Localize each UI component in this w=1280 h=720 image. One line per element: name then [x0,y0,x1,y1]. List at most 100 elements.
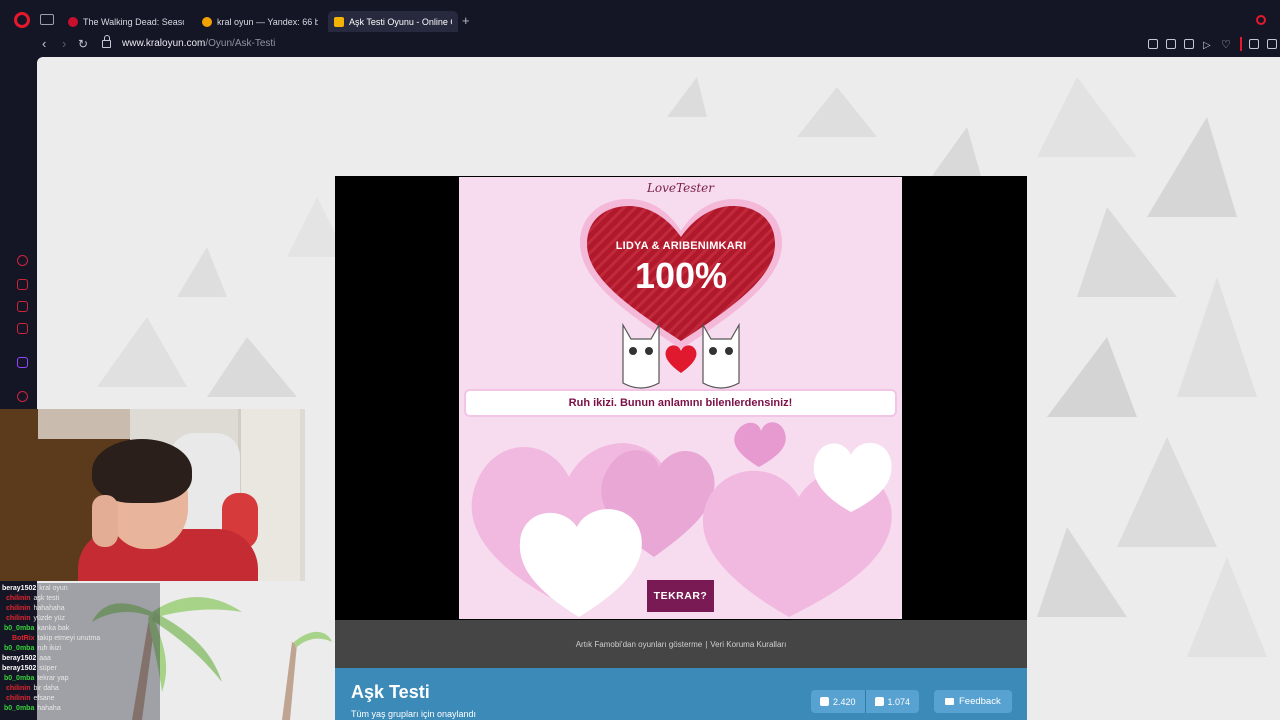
age-rating-text: Tüm yaş grupları için onaylandı [351,709,477,719]
game-frame[interactable]: LoveTester LIDYA & ARIBENIMKARI 100% Ruh… [335,176,1027,620]
search-tabs-icon[interactable] [1256,15,1266,25]
chat-text: ruh ikizi [37,645,62,652]
speed-dial-icon[interactable] [17,279,28,290]
play-icon[interactable]: ▷ [1203,39,1211,53]
mail-icon [945,698,954,705]
chat-user: b0_0mba [4,625,35,632]
pinboard-icon[interactable] [17,301,28,312]
chat-message: beray1502 süper [2,665,57,673]
tab-title: kral oyun — Yandex: 66 b [217,16,318,27]
chat-message: chilinin hahahaha [6,605,65,613]
bg-triangle [1037,527,1127,617]
crown-favicon-icon [334,16,344,27]
bg-triangle [1047,337,1137,417]
chat-message: chilinin bir daha [6,685,59,693]
thumbs-down-icon [874,697,884,706]
chat-text: kanka bak [37,625,70,632]
bg-triangle [97,317,187,387]
forward-button[interactable]: › [62,37,66,51]
chat-user: chilinin [6,695,31,702]
back-button[interactable]: ‹ [42,37,46,51]
accent-divider [1240,37,1242,51]
chat-user: beray1502 [2,585,37,592]
chat-user: BotRix [12,635,35,642]
stream-chat: beray1502 kral oyun chilinin aşk testi chi… [0,583,160,720]
cats-holding-heart-icon [622,323,740,389]
game-footer: Artık Famobi'dan oyunları gösterme | Ver… [335,620,1027,668]
couple-names: LIDYA & ARIBENIMKARI [615,240,747,252]
bg-triangle [1177,277,1257,397]
download-icon[interactable] [1267,39,1277,49]
vote-buttons: 2.420 1.074 [811,690,920,713]
tab-walking-dead[interactable]: The Walking Dead: Season [62,11,190,32]
screen: The Walking Dead: Season kral oyun — Yan… [0,0,1280,720]
game-title: Aşk Testi [351,682,430,702]
chat-text: aaa [39,655,51,662]
wallet-icon[interactable] [1249,39,1259,49]
chat-text: yüzde yüz [33,615,66,622]
heart-icon[interactable]: ♡ [1221,38,1231,52]
webcam-overlay [0,409,305,581]
chat-message: beray1502 aaa [2,655,51,663]
reload-button[interactable]: ↻ [78,37,88,51]
chat-text: efsane [33,695,55,702]
cam-shelf [38,409,130,439]
chat-text: bir daha [33,685,59,692]
lock-icon[interactable] [102,35,111,48]
chat-text: takip etmeyi unutma [37,635,101,642]
bookmark-icon[interactable] [1148,39,1158,49]
cam-person-hand [92,495,118,547]
chat-user: b0_0mba [4,645,35,652]
bg-triangle [797,87,877,137]
chat-message: BotRix takip etmeyi unutma [12,635,100,643]
love-tester-logo: LoveTester [646,181,715,195]
tab-title: The Walking Dead: Season [83,16,184,27]
chat-message: chilinin yüzde yüz [6,615,65,623]
url-path: /Oyun/Ask-Testi [205,38,276,49]
footer-separator: | [705,639,708,649]
tab-ask-testi[interactable]: Aşk Testi Oyunu - Online O [328,11,458,32]
chat-user: chilinin [6,595,31,602]
opera-logo-icon[interactable] [14,12,30,28]
feedback-label: Feedback [959,696,1001,707]
chat-text: süper [39,665,57,672]
shield-icon[interactable] [1184,39,1194,49]
privacy-policy-link[interactable]: Veri Koruma Kuralları [710,640,786,649]
tab-yandex[interactable]: kral oyun — Yandex: 66 b [196,11,324,32]
tab-favicon-icon [68,16,78,27]
bg-triangle [1147,117,1237,217]
chat-message: beray1502 kral oyun [2,585,68,593]
twitch-icon[interactable] [17,357,28,368]
new-tab-button[interactable]: + [462,13,470,28]
chat-user: chilinin [6,685,31,692]
snapshot-icon[interactable] [1166,39,1176,49]
love-percent: 100% [634,255,728,296]
chat-user: beray1502 [2,655,37,662]
love-tester-game[interactable]: LoveTester LIDYA & ARIBENIMKARI 100% Ruh… [459,177,902,619]
chat-text: tekrar yap [37,675,69,682]
history-icon[interactable] [17,255,28,266]
chat-message: b0_0mba tekrar yap [4,675,68,683]
retry-button[interactable]: TEKRAR? [647,580,714,612]
chat-user: chilinin [6,615,31,622]
chat-user: b0_0mba [4,675,35,682]
dislike-count: 1.074 [887,696,911,707]
yandex-favicon-icon [202,16,212,27]
chat-text: hahahaha [33,605,65,612]
tab-bar [0,0,1280,33]
hide-famobi-games-link[interactable]: Artık Famobi'dan oyunları gösterme [576,640,702,649]
dislike-button[interactable]: 1.074 [864,690,920,713]
cam-person-hair [92,439,192,503]
extensions-icon[interactable] [17,323,28,334]
chat-message: b0_0mba ruh ikizi [4,645,61,653]
bg-triangle [1037,77,1137,157]
bg-triangle [207,337,297,397]
workspaces-icon[interactable] [40,14,54,25]
like-button[interactable]: 2.420 [811,690,865,713]
bg-triangle [667,77,707,117]
chat-text: kral oyun [39,585,68,592]
feedback-button[interactable]: Feedback [934,690,1012,713]
thumbs-up-icon [820,697,829,706]
player-icon[interactable] [17,391,28,402]
url-field[interactable]: www.kraloyun.com/Oyun/Ask-Testi [122,38,275,49]
